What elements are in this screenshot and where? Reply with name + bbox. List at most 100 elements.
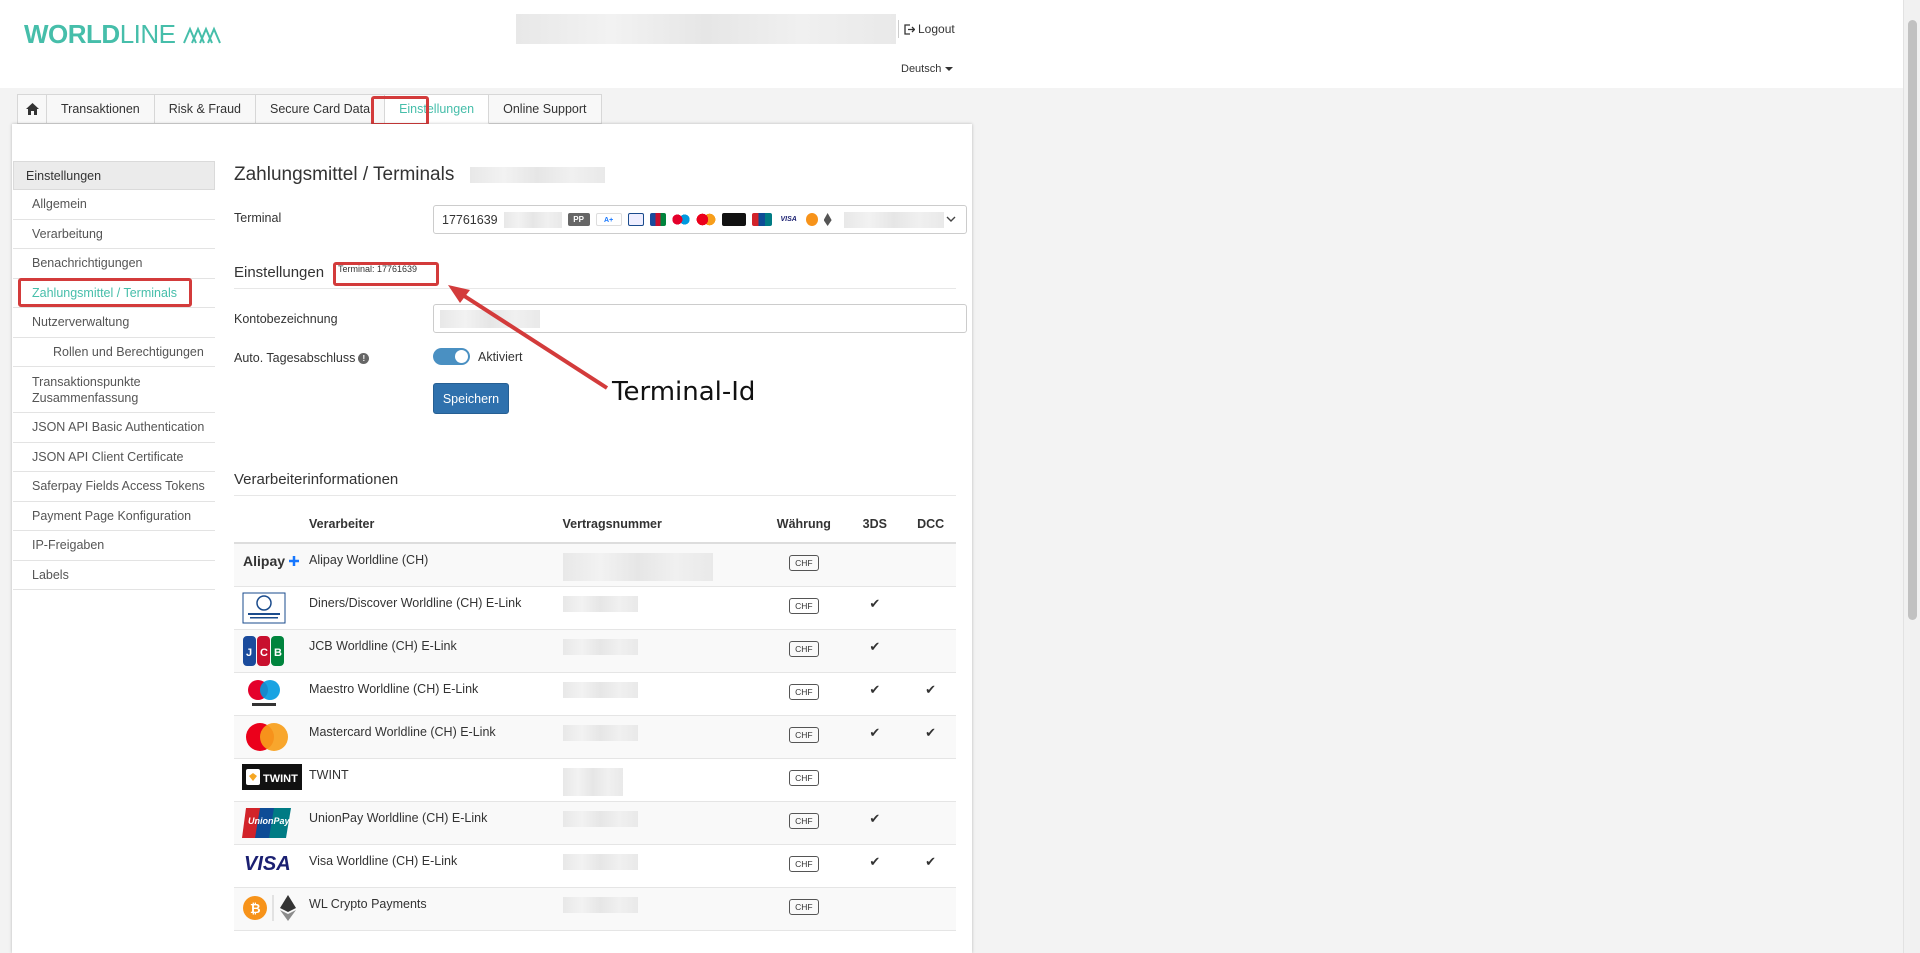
language-select[interactable]: Deutsch	[901, 63, 954, 75]
col-vertragsnummer: Vertragsnummer	[562, 506, 764, 544]
table-row: Maestro Worldline (CH) E-Link CHF ✔ ✔	[234, 672, 956, 716]
annotation-label: Terminal-Id	[612, 377, 756, 407]
sidebar-item-transaktionspunkte[interactable]: Transaktionspunkte Zusammenfassung	[13, 367, 215, 413]
tds-cell	[844, 887, 906, 931]
table-row: UnionPay UnionPay Worldline (CH) E-Link …	[234, 801, 956, 845]
auto-close-toggle[interactable]	[433, 348, 470, 365]
dcc-cell	[905, 543, 956, 587]
table-row: JCB JCB Worldline (CH) E-Link CHF ✔	[234, 629, 956, 673]
page-title: Zahlungsmittel / Terminals	[234, 164, 606, 186]
currency-badge: CHF	[789, 726, 819, 743]
contract-number	[562, 543, 764, 587]
col-dcc: DCC	[905, 506, 956, 544]
processor-name: WL Crypto Payments	[309, 887, 563, 931]
sidebar-item-json-client-cert[interactable]: JSON API Client Certificate	[13, 443, 215, 472]
scrollbar-thumb[interactable]	[1908, 20, 1917, 620]
tab-transaktionen[interactable]: Transaktionen	[47, 94, 155, 124]
settings-sidebar: Einstellungen Allgemein Verarbeitung Ben…	[13, 161, 215, 590]
tab-secure-card-data[interactable]: Secure Card Data	[256, 94, 386, 124]
currency-badge: CHF	[789, 597, 819, 614]
currency-badge: CHF	[789, 812, 819, 829]
sidebar-item-rollen-berechtigungen[interactable]: Rollen und Berechtigungen	[13, 338, 215, 367]
currency-badge: CHF	[789, 855, 819, 872]
contract-number-blurred	[562, 553, 713, 581]
sidebar-item-json-basic-auth[interactable]: JSON API Basic Authentication	[13, 413, 215, 443]
worldline-waves-icon	[182, 25, 221, 43]
processor-name: JCB Worldline (CH) E-Link	[309, 629, 563, 673]
jcb-logo: JCB	[234, 629, 310, 673]
twint-logo: TWINT	[234, 758, 310, 802]
sidebar-item-verarbeitung[interactable]: Verarbeitung	[13, 220, 215, 249]
tds-cell	[844, 758, 906, 802]
terminal-select[interactable]: 17761639 PP A+ VISA	[433, 205, 967, 234]
tds-cell: ✔	[844, 672, 906, 716]
twint-mini-icon	[721, 213, 746, 226]
contract-number	[562, 801, 764, 845]
contract-number	[562, 672, 764, 716]
save-button[interactable]: Speichern	[433, 383, 509, 414]
account-name-input[interactable]	[433, 304, 967, 333]
sidebar-item-nutzerverwaltung[interactable]: Nutzerverwaltung	[13, 308, 215, 338]
contract-number-blurred	[562, 896, 638, 913]
col-waehrung: Währung	[763, 506, 845, 544]
table-row: Diners/Discover Worldline (CH) E-Link CH…	[234, 586, 956, 630]
diners-club-logo	[234, 586, 310, 630]
jcb-icon: JCB	[243, 635, 284, 666]
dcc-cell	[905, 586, 956, 630]
currency-cell: CHF	[763, 672, 845, 716]
visa-icon: VISA	[244, 853, 291, 875]
processor-name: Diners/Discover Worldline (CH) E-Link	[309, 586, 563, 630]
page-scrollbar[interactable]	[1903, 0, 1920, 953]
maestro-icon	[248, 679, 280, 706]
contract-number	[562, 758, 764, 802]
logout-icon	[904, 23, 915, 35]
user-name-blurred	[516, 14, 896, 44]
sidebar-item-labels[interactable]: Labels	[13, 561, 215, 590]
tab-home[interactable]	[17, 94, 47, 124]
info-icon[interactable]: !	[358, 353, 370, 365]
sidebar-item-benachrichtigungen[interactable]: Benachrichtigungen	[13, 249, 215, 279]
page-title-text: Zahlungsmittel / Terminals	[234, 164, 455, 185]
contract-number	[562, 887, 764, 931]
processor-section-title: Verarbeiterinformationen	[234, 471, 399, 488]
tab-risk-fraud[interactable]: Risk & Fraud	[154, 94, 256, 124]
contract-number-blurred	[562, 638, 638, 655]
terminal-select-value: 17761639	[442, 212, 498, 227]
tab-online-support[interactable]: Online Support	[489, 94, 602, 124]
dcc-cell	[905, 801, 956, 845]
highlight-terminal-id	[333, 262, 439, 286]
header-separator	[898, 20, 899, 38]
processor-name: Maestro Worldline (CH) E-Link	[309, 672, 563, 716]
sidebar-item-saferpay-fields[interactable]: Saferpay Fields Access Tokens	[13, 472, 215, 502]
tds-cell: ✔	[844, 629, 906, 673]
auto-close-label-text: Auto. Tagesabschluss	[234, 351, 356, 365]
sidebar-item-payment-page[interactable]: Payment Page Konfiguration	[13, 502, 215, 531]
logout-link[interactable]: Logout	[904, 22, 955, 36]
visa-logo: VISA	[234, 844, 310, 888]
currency-badge: CHF	[789, 683, 819, 700]
account-name-blurred	[440, 310, 540, 328]
unionpay-logo: UnionPay	[234, 801, 310, 845]
tds-cell: ✔	[844, 801, 906, 845]
svg-text:C: C	[260, 647, 268, 659]
dcc-cell	[905, 887, 956, 931]
table-row: VISA Visa Worldline (CH) E-Link CHF ✔ ✔	[234, 844, 956, 888]
mastercard-icon	[246, 722, 288, 751]
contract-number	[562, 629, 764, 673]
sidebar-heading: Einstellungen	[13, 161, 215, 190]
worldline-logo[interactable]: WORLD LINE	[24, 19, 224, 50]
contract-number-blurred	[562, 767, 623, 796]
contract-number	[562, 715, 764, 759]
sidebar-item-allgemein[interactable]: Allgemein	[13, 190, 215, 220]
currency-badge: CHF	[789, 640, 819, 657]
logout-label: Logout	[918, 22, 955, 36]
currency-cell: CHF	[763, 801, 845, 845]
dcc-cell: ✔	[905, 844, 956, 888]
chevron-down-icon	[945, 67, 954, 71]
bitcoin-mini-icon	[805, 213, 818, 226]
dcc-cell: ✔	[905, 715, 956, 759]
currency-cell: CHF	[763, 543, 845, 587]
visa-mini-icon: VISA	[777, 213, 800, 226]
page-title-blurred	[470, 167, 606, 183]
sidebar-item-ip-freigaben[interactable]: IP-Freigaben	[13, 531, 215, 561]
